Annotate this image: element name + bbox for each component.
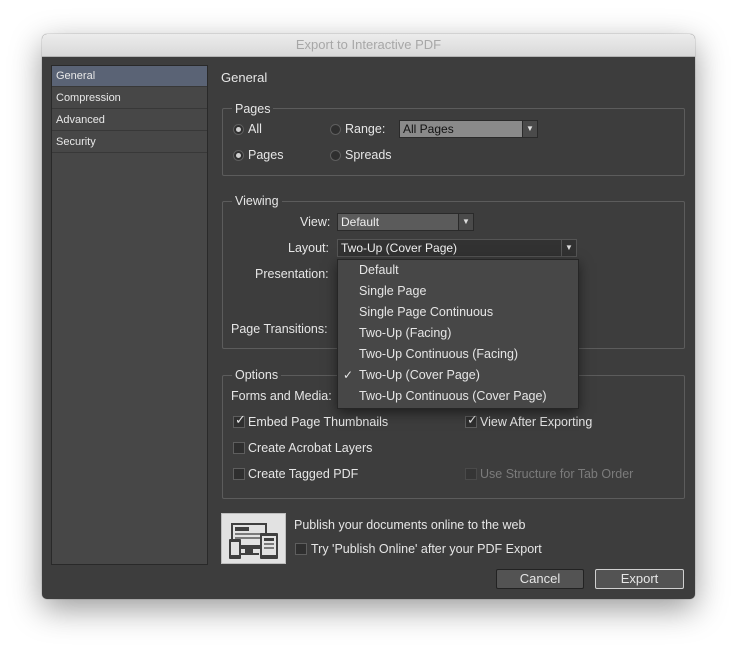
publish-online-label: Try 'Publish Online' after your PDF Expo… [311,542,542,556]
menu-item-single-page-continuous[interactable]: Single Page Continuous [338,302,578,323]
embed-thumbnails-label: Embed Page Thumbnails [248,415,389,429]
menu-item-label: Two-Up (Facing) [359,326,452,340]
dropdown-arrow-icon: ▼ [561,240,576,256]
forms-media-label: Forms and Media: [231,389,332,403]
view-after-exporting-label: View After Exporting [480,415,593,429]
menu-item-label: Default [359,263,399,277]
structure-tab-order-label: Use Structure for Tab Order [480,467,634,481]
section-heading: General [221,70,268,85]
structure-tab-order-checkbox [465,468,477,480]
page-transitions-label: Page Transitions: [231,322,328,336]
cancel-button[interactable]: Cancel [496,569,584,589]
layout-label: Layout: [288,241,330,255]
pages-mode-label: Pages [248,148,284,162]
sidebar-item-advanced[interactable]: Advanced [52,110,207,131]
menu-item-label: Two-Up Continuous (Facing) [359,347,519,361]
menu-item-two-up-cover-page[interactable]: ✓ Two-Up (Cover Page) [338,365,578,386]
checkmark-icon: ✓ [467,412,478,427]
dropdown-arrow-icon: ▼ [458,214,473,230]
acrobat-layers-checkbox[interactable] [233,442,245,454]
spreads-mode-radio[interactable] [330,150,341,161]
publish-text: Publish your documents online to the web [294,518,526,532]
menu-item-default[interactable]: Default [338,260,578,281]
menu-item-label: Single Page [359,284,427,298]
window-title: Export to Interactive PDF [42,34,695,57]
acrobat-layers-label: Create Acrobat Layers [248,441,373,455]
pages-all-radio[interactable] [233,124,244,135]
view-after-exporting-checkbox[interactable]: ✓ [465,412,478,428]
menu-item-label: Two-Up (Cover Page) [359,368,480,382]
menu-item-label: Two-Up Continuous (Cover Page) [359,389,547,403]
tagged-pdf-label: Create Tagged PDF [248,467,359,481]
checkmark-icon: ✓ [343,368,354,382]
view-select[interactable]: Default ▼ [337,213,474,231]
menu-item-single-page[interactable]: Single Page [338,281,578,302]
publish-online-checkbox[interactable] [295,543,307,555]
sidebar-item-general[interactable]: General [52,66,207,87]
export-button[interactable]: Export [595,569,684,589]
layout-select-value: Two-Up (Cover Page) [341,241,458,255]
pages-range-label: Range: [345,122,386,136]
sidebar-item-security[interactable]: Security [52,132,207,153]
sidebar-item-compression[interactable]: Compression [52,88,207,109]
layout-select[interactable]: Two-Up (Cover Page) ▼ [337,239,577,257]
options-legend: Options [232,368,282,382]
pages-all-label: All [248,122,262,136]
pages-group [222,108,685,176]
layout-dropdown-menu: Default Single Page Single Page Continuo… [337,259,579,409]
pages-legend: Pages [232,102,274,116]
pages-range-radio[interactable] [330,124,341,135]
menu-item-two-up-continuous-facing[interactable]: Two-Up Continuous (Facing) [338,344,578,365]
pages-mode-radio[interactable] [233,150,244,161]
viewing-legend: Viewing [232,194,282,208]
view-select-value: Default [341,215,380,229]
tagged-pdf-checkbox[interactable] [233,468,245,480]
dropdown-arrow-icon: ▼ [522,121,537,137]
menu-item-two-up-facing[interactable]: Two-Up (Facing) [338,323,578,344]
embed-thumbnails-checkbox[interactable]: ✓ [233,412,246,428]
range-select[interactable]: All Pages ▼ [399,120,538,138]
export-dialog: Export to Interactive PDF General Compre… [42,34,695,599]
menu-item-label: Single Page Continuous [359,305,494,319]
menu-item-two-up-continuous-cover-page[interactable]: Two-Up Continuous (Cover Page) [338,386,578,407]
publish-online-icon [221,513,286,564]
sidebar: General Compression Advanced Security [51,65,208,565]
range-select-value: All Pages [403,122,454,136]
checkmark-icon: ✓ [235,412,246,427]
spreads-mode-label: Spreads [345,148,392,162]
presentation-label: Presentation: [255,267,329,281]
view-label: View: [300,215,331,229]
